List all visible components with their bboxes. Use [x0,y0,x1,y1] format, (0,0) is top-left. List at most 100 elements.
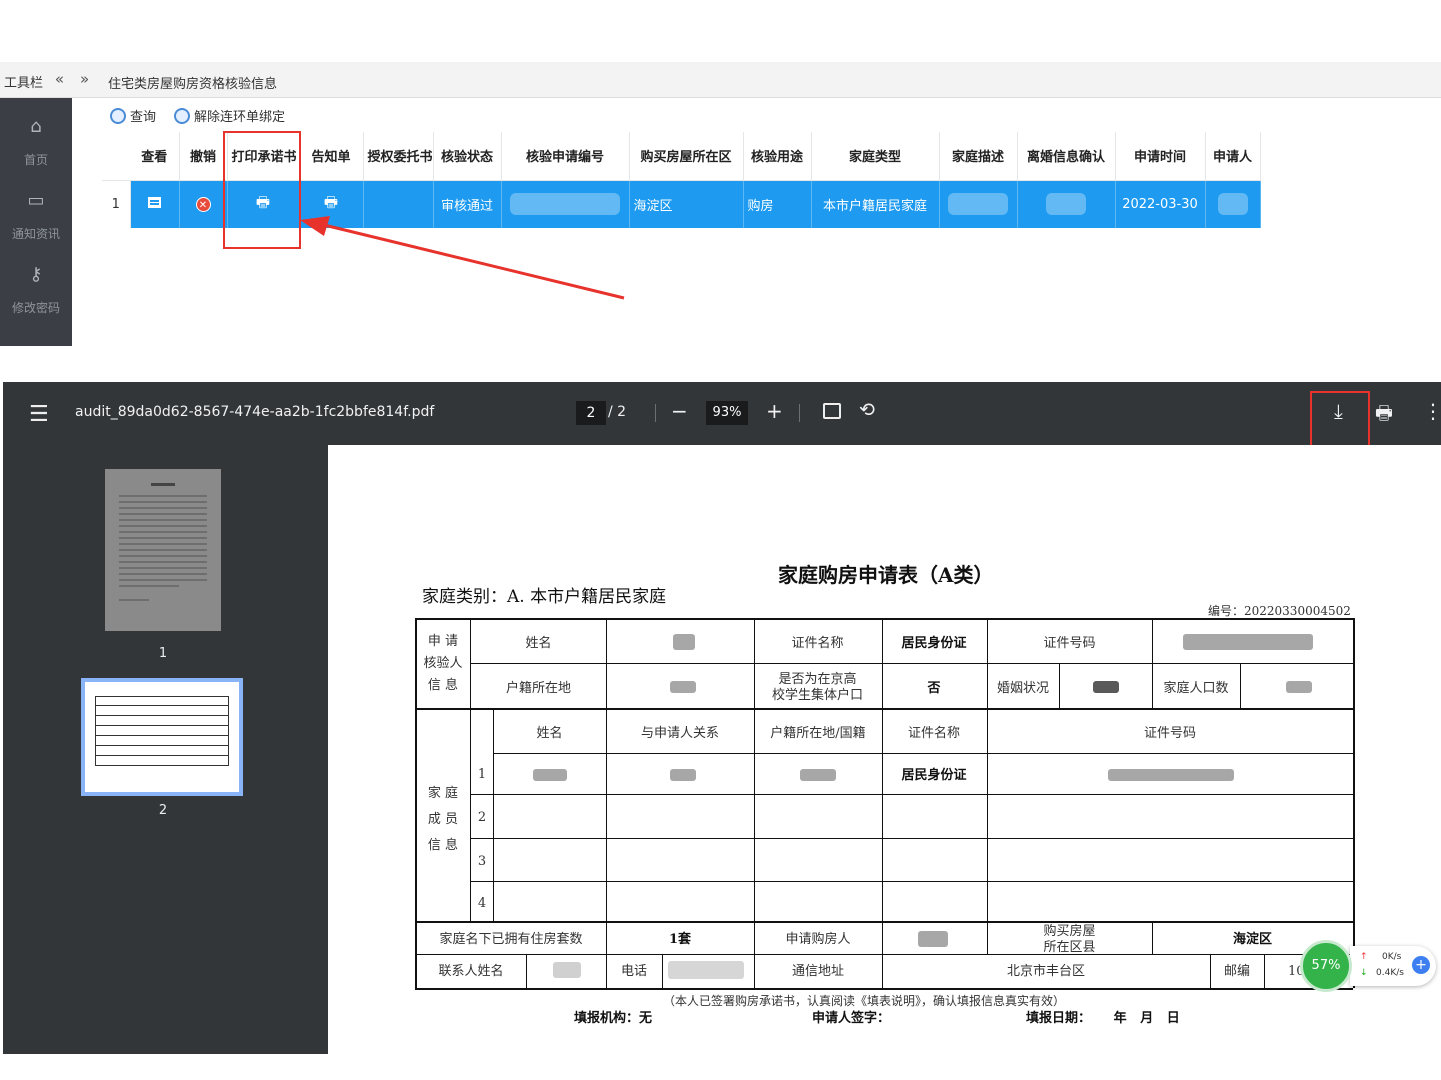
col-notice: 告知单 [299,132,364,181]
grid-line [415,618,1353,620]
sidebar-item-notices[interactable]: ▭ 通知资讯 [0,190,72,242]
applicant-section-label: 申 请 核验人 信 息 [423,634,463,693]
sidebar-item-password[interactable]: ⚷ 修改密码 [0,264,72,316]
unbind-button[interactable]: 解除连环单绑定 [174,106,285,125]
more-options-icon[interactable]: ⋮ [1423,399,1441,423]
query-button[interactable]: 查询 [110,106,156,125]
marital-label: 婚姻状况 [996,681,1049,696]
print-icon[interactable]: 🖶 [1375,399,1393,431]
speed-panel: ↑ 0K/s ↓ 0.4K/s + [1350,946,1436,986]
thumbnail-label: 1 [158,646,168,661]
col-authorization: 授权委托书 [363,132,434,181]
sidebar-item-home[interactable]: ⌂ 首页 [0,116,72,168]
key-icon: ⚷ [29,264,43,285]
close-icon[interactable]: ✕ [195,196,211,212]
grid-line [470,881,1353,882]
page-total: / 2 [608,404,627,420]
zoom-level[interactable]: 93% [706,401,748,425]
row-number: 1 [102,180,131,228]
breadcrumb-bar: » 住宅类房屋购房资格核验信息 [72,62,1441,98]
postcode-value: 10 [1288,964,1305,979]
page-thumbnail-1[interactable] [105,469,221,631]
col-purpose: 核验用途 [743,132,812,181]
grid-line [415,708,1353,710]
view-cell[interactable] [130,180,180,228]
relation-header: 与申请人关系 [640,726,719,741]
sidebar-item-label: 修改密码 [11,301,60,315]
collapse-sidebar-icon[interactable]: « [55,70,64,88]
toolbar-label: 工具栏 [4,76,44,91]
filing-date: 填报日期： 年 月 日 [1026,1011,1180,1026]
rotate-icon[interactable]: ⟲ [859,399,875,421]
grid-line [662,954,663,988]
district-label: 购买房屋 所在区县 [1043,924,1096,955]
col-divorce: 离婚信息确认 [1017,132,1116,181]
zoom-in-icon[interactable]: + [766,399,783,423]
member-row-number: 1 [477,767,487,782]
member-name-header: 姓名 [536,726,563,741]
redacted-value [670,769,696,781]
hukou-label: 户籍所在地 [505,681,571,696]
zoom-out-icon[interactable]: − [671,399,688,423]
grid-line [415,921,1353,923]
col-family-type: 家庭类型 [811,132,940,181]
district-cell: 海淀区 [629,180,744,228]
menu-icon[interactable]: ☰ [29,402,49,427]
sidebar-item-label: 首页 [23,153,48,167]
id-type-value: 居民身份证 [901,636,967,651]
grid-line [470,618,471,921]
divider [655,404,656,422]
id-type-label: 证件名称 [791,636,844,651]
col-family-desc: 家庭描述 [939,132,1018,181]
contact-label: 联系人姓名 [438,964,504,979]
upload-speed: 0K/s [1382,952,1402,962]
thumbnail-table [95,696,229,766]
search-icon [110,108,126,124]
owned-homes-value: 1套 [668,932,692,947]
collective-hukou-label: 是否为在京高 校学生集体户口 [771,672,863,703]
memory-usage-ring[interactable]: 57% [1300,940,1352,992]
applicant-signature: 申请人签字： [812,1011,891,1026]
address-value: 北京市丰台区 [1006,964,1085,979]
member-row-number: 2 [477,810,487,825]
redacted-value [1093,681,1119,693]
printer-icon[interactable]: 🖶 [324,193,338,211]
col-applicant: 申请人 [1205,132,1261,181]
family-desc-cell [939,180,1018,228]
pdf-filename: audit_89da0d62-8567-474e-aa2b-1fc2bbfe81… [75,404,435,420]
buyer-label: 申请购房人 [785,932,851,947]
filing-org: 填报机构：无 [574,1011,653,1026]
redacted-value [948,193,1008,216]
page-thumbnail-2[interactable] [81,678,243,796]
grid-view-icon[interactable] [148,196,161,208]
redacted-value [533,769,567,781]
col-apply-time: 申请时间 [1115,132,1206,181]
download-speed: 0.4K/s [1376,968,1404,978]
sidebar: ⌂ 首页 ▭ 通知资讯 ⚷ 修改密码 [0,98,72,346]
pdf-page: 家庭购房申请表（A类） 家庭类别：A. 本市户籍居民家庭 编号：20220330… [328,445,1441,1054]
member-section-label: 家 庭 成 员 信 息 [427,786,459,853]
grid-line [1059,663,1060,708]
redacted-value [1108,769,1234,781]
family-count-label: 家庭人口数 [1163,681,1229,696]
monitor-icon: ▭ [27,190,45,211]
search-icon [174,108,190,124]
network-speed-widget[interactable]: ↑ 0K/s ↓ 0.4K/s + 57% [1300,940,1438,992]
redacted-value [918,931,948,947]
redacted-value [800,769,836,781]
admin-window: 工具栏 « ⌂ 首页 ▭ 通知资讯 ⚷ 修改密码 » 住宅类房屋购房资格核验信息… [0,62,1441,346]
col-cancel: 撤销 [179,132,228,181]
plus-icon[interactable]: + [1412,956,1430,974]
expand-icon[interactable]: » [80,70,89,88]
page-number-input[interactable]: 2 [576,401,606,425]
thumbnail-label: 2 [158,803,168,818]
col-district: 购买房屋所在区 [629,132,744,181]
grid-line [1240,663,1241,708]
divorce-cell [1017,180,1116,228]
fit-page-icon[interactable] [823,403,841,419]
grid-line [526,954,527,988]
id-number-label: 证件号码 [1043,636,1096,651]
applicant-cell [1205,180,1261,228]
cancel-cell[interactable]: ✕ [179,180,228,228]
family-category: 家庭类别：A. 本市户籍居民家庭 [422,587,667,607]
